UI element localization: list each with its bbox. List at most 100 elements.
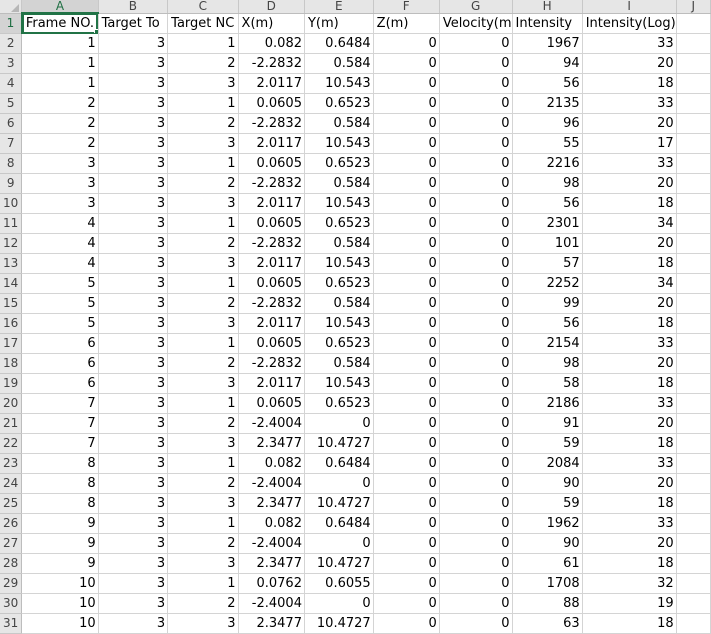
row-header-19[interactable]: 19 [0, 373, 23, 394]
cell-f13[interactable]: 0 [373, 253, 440, 274]
cell-e17[interactable]: 0.6523 [304, 333, 374, 354]
cell-h7[interactable]: 55 [512, 133, 583, 154]
cell-b9[interactable]: 3 [98, 173, 169, 194]
cell-c28[interactable]: 3 [167, 553, 239, 574]
cell-a17[interactable]: 6 [21, 333, 99, 354]
cell-g4[interactable]: 0 [439, 73, 513, 94]
cell-c24[interactable]: 2 [167, 473, 239, 494]
cell-e10[interactable]: 10.543 [304, 193, 374, 214]
cell-h28[interactable]: 61 [512, 553, 583, 574]
cell-i24[interactable]: 20 [582, 473, 677, 494]
cell-a2[interactable]: 1 [21, 33, 99, 54]
cell-g13[interactable]: 0 [439, 253, 513, 274]
cell-d28[interactable]: 2.3477 [238, 553, 305, 574]
cell-a26[interactable]: 9 [21, 513, 99, 534]
cell-b17[interactable]: 3 [98, 333, 169, 354]
cell-b7[interactable]: 3 [98, 133, 169, 154]
cell-f24[interactable]: 0 [373, 473, 440, 494]
cell-d19[interactable]: 2.0117 [238, 373, 305, 394]
cell-j4[interactable] [676, 73, 711, 94]
cell-c16[interactable]: 3 [167, 313, 239, 334]
cell-e29[interactable]: 0.6055 [304, 573, 374, 594]
row-header-4[interactable]: 4 [0, 73, 23, 94]
cell-b18[interactable]: 3 [98, 353, 169, 374]
cell-e11[interactable]: 0.6523 [304, 213, 374, 234]
cell-i19[interactable]: 18 [582, 373, 677, 394]
cell-d7[interactable]: 2.0117 [238, 133, 305, 154]
column-header-d[interactable]: D [238, 0, 305, 14]
cell-j24[interactable] [676, 473, 711, 494]
cell-a28[interactable]: 9 [21, 553, 99, 574]
cell-h4[interactable]: 56 [512, 73, 583, 94]
cell-d12[interactable]: -2.2832 [238, 233, 305, 254]
row-header-24[interactable]: 24 [0, 473, 23, 494]
cell-g2[interactable]: 0 [439, 33, 513, 54]
cell-d10[interactable]: 2.0117 [238, 193, 305, 214]
cell-a20[interactable]: 7 [21, 393, 99, 414]
cell-h8[interactable]: 2216 [512, 153, 583, 174]
cell-d16[interactable]: 2.0117 [238, 313, 305, 334]
cell-g9[interactable]: 0 [439, 173, 513, 194]
row-header-12[interactable]: 12 [0, 233, 23, 254]
cell-i2[interactable]: 33 [582, 33, 677, 54]
cell-c17[interactable]: 1 [167, 333, 239, 354]
cell-h22[interactable]: 59 [512, 433, 583, 454]
cell-g8[interactable]: 0 [439, 153, 513, 174]
cell-b30[interactable]: 3 [98, 593, 169, 614]
cell-d13[interactable]: 2.0117 [238, 253, 305, 274]
cell-g5[interactable]: 0 [439, 93, 513, 114]
cell-e2[interactable]: 0.6484 [304, 33, 374, 54]
cell-h19[interactable]: 58 [512, 373, 583, 394]
cell-d21[interactable]: -2.4004 [238, 413, 305, 434]
cell-i3[interactable]: 20 [582, 53, 677, 74]
cell-f19[interactable]: 0 [373, 373, 440, 394]
cell-e7[interactable]: 10.543 [304, 133, 374, 154]
cell-b27[interactable]: 3 [98, 533, 169, 554]
header-cell-g[interactable]: Velocity(m [439, 13, 513, 34]
cell-a12[interactable]: 4 [21, 233, 99, 254]
cell-i18[interactable]: 20 [582, 353, 677, 374]
cell-g20[interactable]: 0 [439, 393, 513, 414]
column-header-c[interactable]: C [167, 0, 239, 14]
row-header-25[interactable]: 25 [0, 493, 23, 514]
row-header-17[interactable]: 17 [0, 333, 23, 354]
cell-f25[interactable]: 0 [373, 493, 440, 514]
cell-a6[interactable]: 2 [21, 113, 99, 134]
cell-j3[interactable] [676, 53, 711, 74]
cell-d23[interactable]: 0.082 [238, 453, 305, 474]
cell-j25[interactable] [676, 493, 711, 514]
cell-j27[interactable] [676, 533, 711, 554]
cell-c21[interactable]: 2 [167, 413, 239, 434]
row-header-3[interactable]: 3 [0, 53, 23, 74]
cell-i27[interactable]: 20 [582, 533, 677, 554]
cell-a11[interactable]: 4 [21, 213, 99, 234]
cell-g15[interactable]: 0 [439, 293, 513, 314]
cell-j19[interactable] [676, 373, 711, 394]
cell-b11[interactable]: 3 [98, 213, 169, 234]
cell-j23[interactable] [676, 453, 711, 474]
cell-b25[interactable]: 3 [98, 493, 169, 514]
cell-a31[interactable]: 10 [21, 613, 99, 634]
cell-j10[interactable] [676, 193, 711, 214]
cell-f18[interactable]: 0 [373, 353, 440, 374]
cell-a4[interactable]: 1 [21, 73, 99, 94]
cell-f3[interactable]: 0 [373, 53, 440, 74]
cell-h15[interactable]: 99 [512, 293, 583, 314]
cell-c18[interactable]: 2 [167, 353, 239, 374]
cell-e13[interactable]: 10.543 [304, 253, 374, 274]
cell-j30[interactable] [676, 593, 711, 614]
cell-g18[interactable]: 0 [439, 353, 513, 374]
cell-d22[interactable]: 2.3477 [238, 433, 305, 454]
cell-e26[interactable]: 0.6484 [304, 513, 374, 534]
cell-d27[interactable]: -2.4004 [238, 533, 305, 554]
cell-f15[interactable]: 0 [373, 293, 440, 314]
cell-c25[interactable]: 3 [167, 493, 239, 514]
row-header-31[interactable]: 31 [0, 613, 23, 634]
header-cell-e[interactable]: Y(m) [304, 13, 374, 34]
cell-e12[interactable]: 0.584 [304, 233, 374, 254]
cell-b8[interactable]: 3 [98, 153, 169, 174]
cell-g10[interactable]: 0 [439, 193, 513, 214]
cell-j7[interactable] [676, 133, 711, 154]
row-header-10[interactable]: 10 [0, 193, 23, 214]
cell-c14[interactable]: 1 [167, 273, 239, 294]
